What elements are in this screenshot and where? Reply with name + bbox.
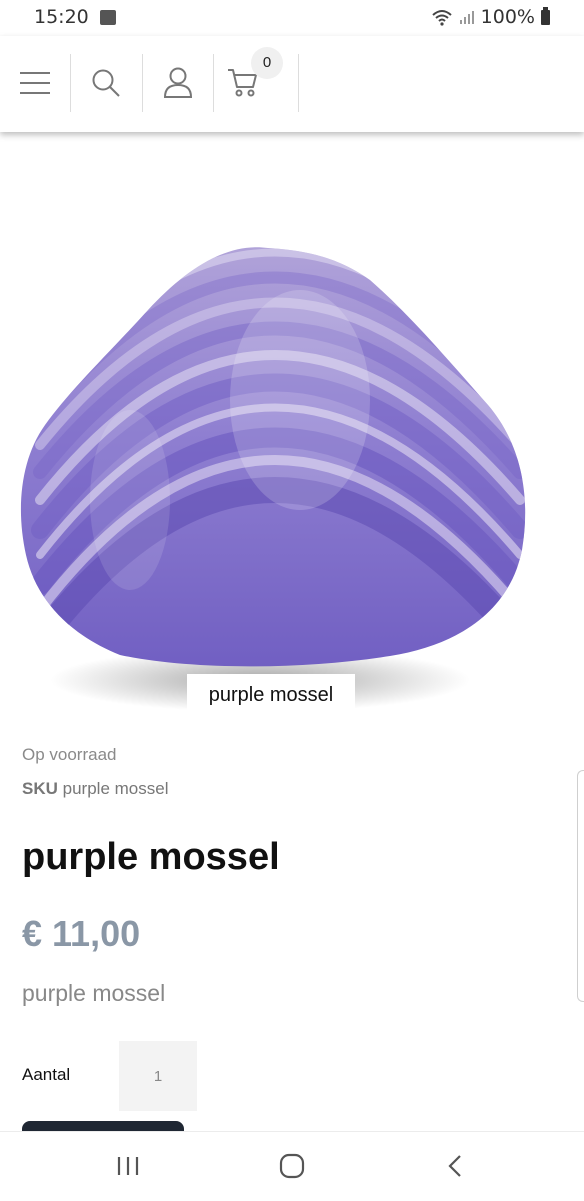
search-button[interactable] (71, 54, 141, 112)
cart-count-badge: 0 (251, 47, 283, 79)
site-header: 0 (0, 36, 584, 132)
edge-panel-handle[interactable] (577, 770, 584, 1002)
menu-button[interactable] (0, 54, 70, 112)
menu-icon (20, 72, 50, 94)
product-price: € 11,00 (22, 913, 141, 954)
sku-value: purple mossel (62, 779, 169, 798)
signal-icon (459, 11, 474, 24)
status-time: 15:20 (34, 6, 89, 28)
recent-apps-button[interactable] (98, 1146, 158, 1186)
battery-percentage: 100% (480, 6, 535, 28)
stock-status: Op voorraad (22, 745, 117, 764)
gallery-icon (100, 10, 116, 25)
quantity-input[interactable] (119, 1041, 197, 1111)
product-short-description: purple mossel (22, 980, 166, 1006)
product-title: purple mossel (22, 836, 280, 878)
back-button[interactable] (425, 1146, 485, 1186)
quantity-label: Aantal (22, 1065, 71, 1084)
sku-line: SKU purple mossel (22, 779, 168, 799)
home-icon (279, 1153, 305, 1179)
home-button[interactable] (262, 1146, 322, 1186)
sku-label: SKU (22, 779, 58, 798)
system-navigation-bar (0, 1131, 584, 1201)
header-divider (298, 54, 299, 112)
image-caption: purple mossel (187, 674, 355, 716)
user-icon (163, 67, 193, 98)
status-indicators: 100% (431, 6, 550, 28)
status-bar: 15:20 100% (0, 0, 584, 36)
account-button[interactable] (143, 54, 213, 112)
wifi-icon (432, 10, 452, 26)
recent-apps-icon (117, 1157, 139, 1175)
search-icon (92, 69, 120, 97)
battery-icon (541, 6, 550, 25)
back-icon (448, 1155, 461, 1177)
product-image[interactable] (0, 200, 584, 720)
